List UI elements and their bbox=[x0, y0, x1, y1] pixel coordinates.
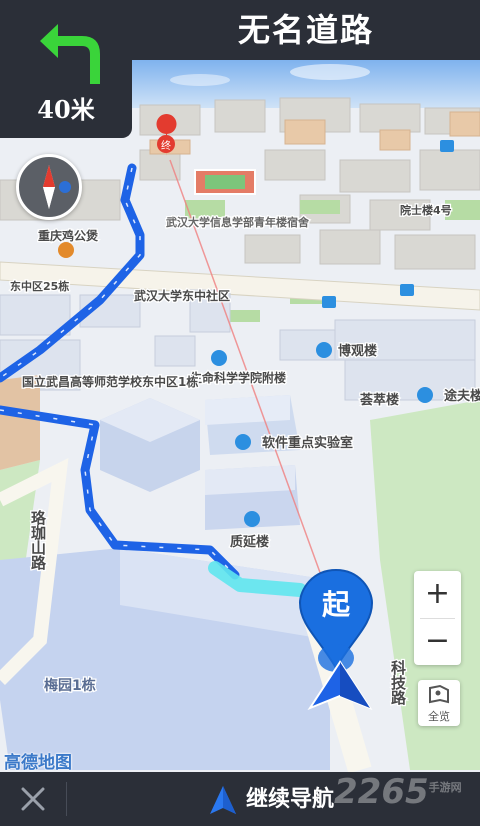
brand-logo: 高德地图 bbox=[4, 753, 72, 773]
map-label-vertical: 珞珈山路 bbox=[29, 509, 47, 570]
zoom-control: + − bbox=[414, 571, 461, 665]
map-label-vertical: 科技路 bbox=[389, 659, 407, 705]
continue-navigation-label: 继续导航 bbox=[246, 786, 335, 812]
divider bbox=[66, 782, 67, 816]
map-label: 质延楼 bbox=[230, 534, 269, 550]
map-label: 梅园1栋 bbox=[44, 677, 96, 694]
map-label: 生命科学学院附楼 bbox=[190, 370, 286, 385]
map-label: 重庆鸡公煲 bbox=[38, 228, 99, 243]
compass-icon bbox=[43, 165, 71, 209]
zoom-out-button[interactable]: − bbox=[414, 618, 461, 665]
map-label: 途夫楼 bbox=[444, 388, 480, 404]
map-label: 荟萃楼 bbox=[359, 392, 399, 408]
close-navigation-button[interactable] bbox=[0, 772, 66, 826]
watermark-main: 2265 bbox=[334, 772, 429, 812]
watermark-suffix: 手游网 bbox=[428, 781, 462, 794]
overview-button[interactable]: 全览 bbox=[418, 680, 460, 726]
map-label: 院士楼4号 bbox=[400, 203, 452, 217]
overview-label: 全览 bbox=[428, 710, 450, 723]
svg-text:起: 起 bbox=[322, 588, 351, 621]
divider bbox=[420, 618, 455, 619]
map-label: 博观楼 bbox=[338, 343, 377, 359]
map-label: 国立武昌高等师范学校东中区1栋 bbox=[22, 374, 198, 389]
watermark: 2265手游网 bbox=[334, 772, 462, 812]
route-overview-icon bbox=[429, 684, 449, 704]
compass-button[interactable] bbox=[16, 154, 82, 220]
map-label: 武汉大学信息学部青年楼宿舍 bbox=[166, 215, 310, 229]
map-label: 东中区25栋 bbox=[10, 279, 69, 293]
zoom-in-button[interactable]: + bbox=[414, 571, 461, 618]
map-label: 武汉大学东中社区 bbox=[134, 288, 230, 303]
turn-instruction-panel: 40米 bbox=[0, 0, 132, 138]
close-icon bbox=[21, 787, 45, 811]
turn-distance: 40米 bbox=[37, 95, 95, 124]
navigation-arrow-icon bbox=[210, 786, 236, 814]
svg-text:终: 终 bbox=[161, 139, 171, 152]
map-label: 软件重点实验室 bbox=[262, 435, 353, 451]
turn-left-arrow-icon bbox=[40, 24, 100, 84]
current-road-name: 无名道路 bbox=[237, 11, 374, 49]
